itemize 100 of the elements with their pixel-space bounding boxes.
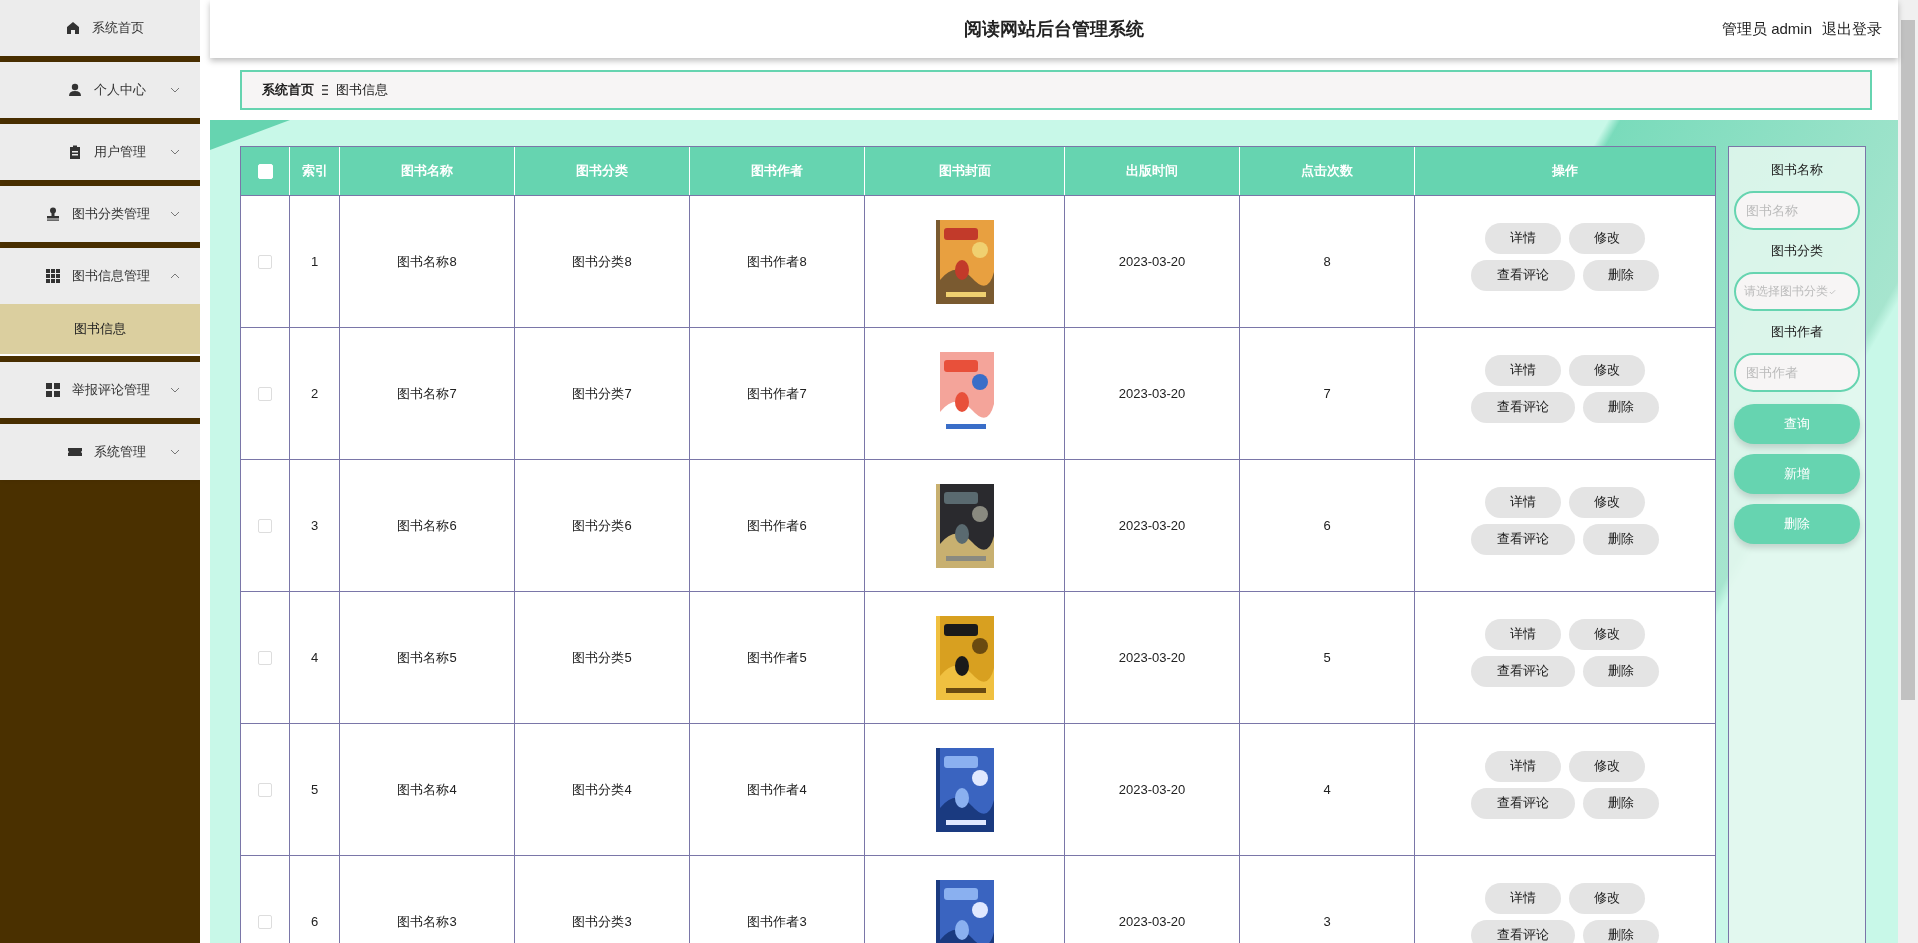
column-header: 操作 (1551, 162, 1579, 180)
table-cell: 图书分类3 (515, 856, 690, 943)
column-header: 索引 (290, 147, 340, 195)
table-cell: 图书分类4 (515, 724, 690, 855)
input-field[interactable]: 图书作者 (1734, 353, 1860, 392)
menu-label: 图书信息管理 (72, 267, 150, 285)
submenu-item[interactable]: 图书信息 (0, 304, 200, 356)
row-checkbox[interactable] (258, 914, 272, 929)
table-cell: 图书分类8 (515, 196, 690, 327)
table-cell: 图书作者7 (690, 328, 865, 459)
menu-item[interactable]: 举报评论管理 (0, 362, 200, 418)
column-header: 出版时间 (1065, 147, 1240, 195)
table-cell: 3 (1240, 856, 1415, 943)
detail-button[interactable]: 详情 (1485, 618, 1561, 650)
scrollbar[interactable] (1898, 0, 1918, 943)
comments-button[interactable]: 查看评论 (1471, 919, 1575, 943)
menu-item[interactable]: 用户管理 (0, 124, 200, 180)
table-cell: 2023-03-20 (1065, 460, 1240, 591)
separator-icon (322, 85, 328, 95)
logout-link[interactable]: 退出登录 (1822, 20, 1882, 39)
breadcrumb-link[interactable]: 系统首页 (262, 81, 314, 99)
table-cell: 2023-03-20 (1065, 724, 1240, 855)
table-cell: 图书作者6 (690, 460, 865, 591)
table-cell: 4 (290, 592, 340, 723)
table-cell: 5 (1240, 592, 1415, 723)
delete-button[interactable]: 删除 (1583, 523, 1659, 555)
edit-button[interactable]: 修改 (1569, 618, 1645, 650)
table-cell: 图书分类7 (515, 328, 690, 459)
table-cell: 7 (1240, 328, 1415, 459)
table-cell: 5 (290, 724, 340, 855)
comments-button[interactable]: 查看评论 (1471, 259, 1575, 291)
table-cell: 2023-03-20 (1065, 196, 1240, 327)
menu-item[interactable]: 个人中心 (0, 62, 200, 118)
menu-label: 个人中心 (94, 81, 147, 99)
select-all-checkbox[interactable] (257, 163, 273, 179)
person-icon (68, 83, 82, 97)
menu-label: 用户管理 (94, 143, 147, 161)
delete-button[interactable]: 删除 (1583, 655, 1659, 687)
delete-button[interactable]: 删除 (1583, 787, 1659, 819)
edit-button[interactable]: 修改 (1569, 222, 1645, 254)
detail-button[interactable]: 详情 (1485, 486, 1561, 518)
table-cell: 1 (290, 196, 340, 327)
column-header: 图书封面 (865, 147, 1065, 195)
edit-button[interactable]: 修改 (1569, 882, 1645, 914)
row-checkbox[interactable] (258, 386, 272, 401)
table-cell: 8 (1240, 196, 1415, 327)
field-label: 图书分类 (1771, 242, 1823, 260)
table-cell: 图书名称8 (340, 196, 515, 327)
comments-button[interactable]: 查看评论 (1471, 523, 1575, 555)
edit-button[interactable]: 修改 (1569, 354, 1645, 386)
menu-label: 系统管理 (94, 443, 147, 461)
table-cell: 图书名称4 (340, 724, 515, 855)
column-header: 图书名称 (340, 147, 515, 195)
menu-item[interactable]: 系统首页 (0, 0, 200, 56)
detail-button[interactable]: 详情 (1485, 750, 1561, 782)
stamp-icon (46, 207, 60, 221)
delete-button[interactable]: 删除 (1583, 259, 1659, 291)
comments-button[interactable]: 查看评论 (1471, 655, 1575, 687)
user-name: 管理员 admin (1721, 20, 1812, 39)
grid-icon (46, 269, 60, 283)
table-cell: 2 (290, 328, 340, 459)
comments-button[interactable]: 查看评论 (1471, 787, 1575, 819)
comments-button[interactable]: 查看评论 (1471, 391, 1575, 423)
table-cell: 图书分类5 (515, 592, 690, 723)
table-cell: 6 (290, 856, 340, 943)
menu-label: 举报评论管理 (72, 381, 150, 399)
menu-label: 系统首页 (92, 19, 145, 37)
column-header: 图书作者 (690, 147, 865, 195)
column-header: 点击次数 (1240, 147, 1415, 195)
field-label: 图书作者 (1771, 323, 1823, 341)
app-title: 阅读网站后台管理系统 (964, 18, 1144, 41)
table-cell: 图书名称5 (340, 592, 515, 723)
row-checkbox[interactable] (258, 782, 272, 797)
table-cell: 2023-03-20 (1065, 592, 1240, 723)
table-cell: 图书分类6 (515, 460, 690, 591)
edit-button[interactable]: 修改 (1569, 486, 1645, 518)
field-label: 图书名称 (1771, 161, 1823, 179)
edit-button[interactable]: 修改 (1569, 750, 1645, 782)
menu-item[interactable]: 系统管理 (0, 424, 200, 480)
breadcrumb-link[interactable]: 图书信息 (336, 81, 388, 99)
row-checkbox[interactable] (258, 518, 272, 533)
table-cell: 图书名称7 (340, 328, 515, 459)
table-cell: 图书名称6 (340, 460, 515, 591)
table-cell: 2023-03-20 (1065, 856, 1240, 943)
delete-button[interactable]: 删除 (1583, 919, 1659, 943)
detail-button[interactable]: 详情 (1485, 882, 1561, 914)
caret-icon (1829, 288, 1836, 295)
table-cell: 4 (1240, 724, 1415, 855)
input-field[interactable]: 图书名称 (1734, 191, 1860, 230)
menu-item[interactable]: 图书信息管理 (0, 248, 200, 304)
row-checkbox[interactable] (258, 650, 272, 665)
detail-button[interactable]: 详情 (1485, 222, 1561, 254)
delete-button[interactable]: 删除 (1583, 391, 1659, 423)
row-checkbox[interactable] (258, 254, 272, 269)
column-header: 图书分类 (515, 147, 690, 195)
detail-button[interactable]: 详情 (1485, 354, 1561, 386)
table-cell: 图书作者3 (690, 856, 865, 943)
menu-item[interactable]: 图书分类管理 (0, 186, 200, 242)
table-cell: 图书作者4 (690, 724, 865, 855)
table-cell: 图书作者5 (690, 592, 865, 723)
